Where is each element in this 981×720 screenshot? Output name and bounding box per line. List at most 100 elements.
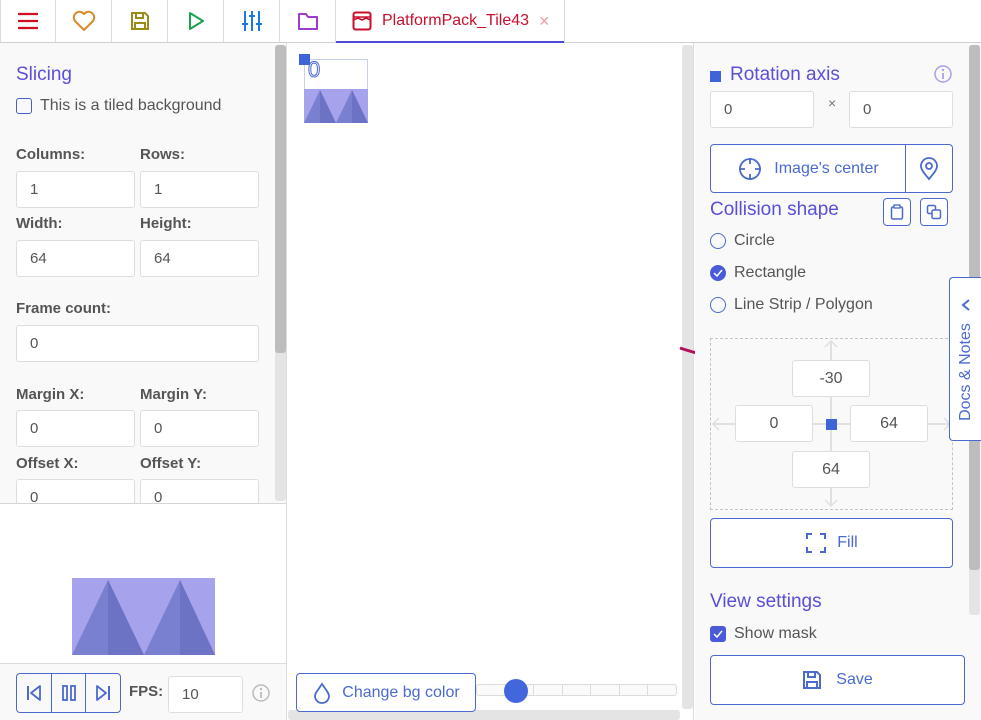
fill-button[interactable]: Fill bbox=[710, 518, 953, 568]
slicing-panel: Slicing This is a tiled background Colum… bbox=[0, 43, 287, 503]
width-input[interactable]: 64 bbox=[16, 240, 135, 277]
save-toolbar-button[interactable] bbox=[112, 0, 168, 42]
map-pin-icon bbox=[920, 156, 938, 180]
collision-shape-title: Collision shape bbox=[710, 199, 839, 220]
rotation-info-icon[interactable] bbox=[933, 64, 953, 84]
frame-count-label: Frame count: bbox=[16, 300, 112, 317]
close-tab-icon[interactable]: × bbox=[539, 11, 550, 32]
radio-circle[interactable] bbox=[710, 233, 726, 249]
animation-preview bbox=[0, 503, 287, 663]
change-bg-color-button[interactable]: Change bg color bbox=[296, 673, 476, 712]
skip-back-icon bbox=[27, 685, 41, 701]
chevron-left-icon bbox=[961, 299, 970, 311]
bound-top-input[interactable]: -30 bbox=[792, 360, 870, 397]
folder-icon bbox=[297, 13, 318, 30]
sliders-icon bbox=[241, 11, 262, 31]
axis-separator: × bbox=[828, 95, 837, 111]
play-button[interactable] bbox=[168, 0, 224, 42]
animation-controls: FPS: 10 bbox=[0, 663, 287, 720]
previous-frame-button[interactable] bbox=[17, 674, 52, 712]
shape-option-label: Rectangle bbox=[734, 264, 807, 281]
clipboard-icon bbox=[890, 204, 904, 220]
tab-label: PlatformPack_Tile43 bbox=[382, 12, 530, 29]
fps-input[interactable]: 10 bbox=[168, 676, 243, 713]
hamburger-icon bbox=[18, 12, 38, 30]
sprite-preview-image bbox=[72, 578, 215, 655]
offset-x-label: Offset X: bbox=[16, 455, 79, 472]
rows-input[interactable]: 1 bbox=[140, 171, 259, 208]
margin-y-label: Margin Y: bbox=[140, 386, 207, 403]
save-label: Save bbox=[836, 671, 873, 688]
fullscreen-icon bbox=[806, 533, 827, 553]
fps-label: FPS: bbox=[129, 683, 164, 700]
change-bg-color-label: Change bg color bbox=[342, 683, 460, 701]
show-mask-label: Show mask bbox=[734, 625, 817, 642]
favorites-button[interactable] bbox=[56, 0, 112, 42]
droplet-icon bbox=[314, 681, 331, 704]
shape-option-rectangle[interactable]: Rectangle bbox=[710, 264, 806, 282]
shape-option-label: Line Strip / Polygon bbox=[734, 296, 873, 313]
rotation-y-input[interactable]: 0 bbox=[849, 91, 953, 128]
image-center-label: Image's center bbox=[774, 159, 879, 177]
show-mask-checkbox[interactable] bbox=[710, 626, 726, 642]
fps-info-icon[interactable] bbox=[251, 683, 271, 703]
rotation-x-input[interactable]: 0 bbox=[710, 91, 814, 128]
frame-count-input[interactable]: 0 bbox=[16, 325, 259, 362]
bound-left-input[interactable]: 0 bbox=[735, 405, 813, 442]
rotation-axis-handle[interactable] bbox=[299, 54, 310, 65]
zoom-slider-handle[interactable] bbox=[504, 679, 529, 703]
bound-right-input[interactable]: 64 bbox=[850, 405, 928, 442]
margin-y-input[interactable]: 0 bbox=[140, 410, 259, 447]
columns-label: Columns: bbox=[16, 146, 86, 163]
rectangle-bounds-editor: -30 0 64 64 bbox=[710, 338, 953, 510]
columns-input[interactable]: 1 bbox=[16, 171, 135, 208]
paste-shape-button[interactable] bbox=[883, 198, 911, 226]
shape-option-polygon[interactable]: Line Strip / Polygon bbox=[710, 296, 873, 314]
left-panel-scrollbar[interactable] bbox=[275, 45, 286, 501]
skip-forward-icon bbox=[96, 685, 110, 701]
pick-axis-button[interactable] bbox=[905, 144, 953, 193]
texture-canvas[interactable]: 0 Change bg color bbox=[288, 43, 801, 720]
top-toolbar: PlatformPack_Tile43 × bbox=[0, 0, 981, 43]
show-mask-option[interactable]: Show mask bbox=[710, 625, 817, 643]
assets-button[interactable] bbox=[280, 0, 336, 42]
height-input[interactable]: 64 bbox=[140, 240, 259, 277]
left-panel-scroll-thumb[interactable] bbox=[275, 45, 286, 353]
menu-button[interactable] bbox=[0, 0, 56, 42]
bound-bottom-input[interactable]: 64 bbox=[792, 451, 870, 488]
collision-origin-marker bbox=[826, 419, 837, 430]
docs-notes-tab[interactable]: Docs & Notes bbox=[949, 277, 981, 441]
tiled-background-checkbox[interactable] bbox=[16, 98, 32, 114]
crosshair-icon bbox=[739, 157, 762, 180]
settings-button[interactable] bbox=[224, 0, 280, 42]
floppy-icon bbox=[130, 12, 149, 30]
copy-icon bbox=[926, 204, 942, 220]
margin-x-input[interactable]: 0 bbox=[16, 410, 135, 447]
offset-y-input[interactable]: 0 bbox=[140, 479, 259, 503]
fill-label: Fill bbox=[837, 534, 858, 551]
texture-image bbox=[304, 89, 368, 123]
rotation-axis-marker-icon bbox=[710, 71, 721, 82]
playback-group bbox=[16, 673, 121, 713]
shape-option-circle[interactable]: Circle bbox=[710, 232, 775, 250]
radio-rectangle-checked[interactable] bbox=[710, 265, 726, 281]
tiled-background-label: This is a tiled background bbox=[40, 97, 222, 114]
view-settings-title: View settings bbox=[710, 591, 822, 612]
tab-platformpack-tile43[interactable]: PlatformPack_Tile43 × bbox=[336, 0, 565, 43]
rows-label: Rows: bbox=[140, 146, 185, 163]
pause-icon bbox=[61, 685, 76, 701]
docs-notes-label: Docs & Notes bbox=[956, 323, 974, 421]
slicing-title: Slicing bbox=[16, 64, 72, 85]
next-frame-button[interactable] bbox=[86, 674, 120, 712]
shape-option-label: Circle bbox=[734, 232, 775, 249]
radio-polygon[interactable] bbox=[710, 297, 726, 313]
height-label: Height: bbox=[140, 215, 192, 232]
tiled-background-option[interactable]: This is a tiled background bbox=[16, 97, 221, 115]
offset-x-input[interactable]: 0 bbox=[16, 479, 135, 503]
image-center-button[interactable]: Image's center bbox=[710, 144, 907, 193]
rotation-axis-title: Rotation axis bbox=[730, 64, 840, 85]
copy-shape-button[interactable] bbox=[920, 198, 948, 226]
properties-panel: Rotation axis 0 × 0 Image's center Colli… bbox=[695, 43, 981, 720]
pause-button[interactable] bbox=[52, 674, 86, 712]
save-button[interactable]: Save bbox=[710, 655, 965, 705]
